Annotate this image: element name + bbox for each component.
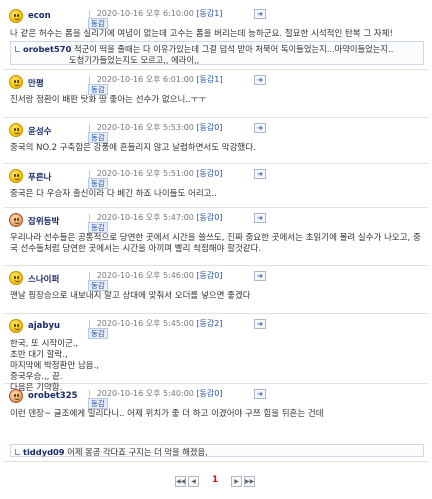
comment-item: 잡위등박 | 2020-10-16 오후 5:47:00 [동감0] 동감 ➜ 우리나라 … (4, 210, 428, 266)
comment-timestamp: 2020-10-16 오후 6:10:00 (96, 9, 194, 18)
comment-timestamp: 2020-10-16 오후 5:46:00 (96, 271, 194, 280)
comment-meta: | 2020-10-16 오후 6:01:00 [동감1] (88, 75, 223, 84)
smiley-face-icon (9, 319, 23, 333)
smiley-face-icon (9, 213, 23, 227)
smiley-face-icon (9, 389, 23, 403)
agree-count-link[interactable]: [동감0] (196, 169, 222, 178)
reply-arrow-icon[interactable]: ➜ (254, 9, 266, 19)
comment-meta: | 2020-10-16 오후 5:47:00 [동감0] (88, 213, 223, 222)
reply-arrow-icon[interactable]: ➜ (254, 319, 266, 329)
comment-author[interactable]: econ (28, 11, 51, 21)
reply-text: 적군이 떡을 줄때는 다 이유가있는데 그걸 덥석 받아 처묵어 독이들었는지.… (73, 44, 394, 54)
reply-marker-icon (15, 46, 20, 52)
comment-timestamp: 2020-10-16 오후 5:40:00 (96, 389, 194, 398)
comment-list: econ | 2020-10-16 오후 6:10:00 [동감1] 동감 ➜ 나 같은 … (0, 0, 432, 499)
reply-arrow-icon[interactable]: ➜ (254, 271, 266, 281)
agree-count-link[interactable]: [동감0] (196, 389, 222, 398)
agree-button[interactable]: 동감 (88, 328, 108, 339)
reply-text-continued: 도청기가들었는지도 모르고,, 에라이,, (69, 55, 200, 65)
reply-author[interactable]: tiddyd09 (23, 447, 65, 457)
reply-item: orobet570 적군이 떡을 줄때는 다 이유가있는데 그걸 덥석 받아 처… (10, 41, 424, 65)
next-page-button[interactable]: ▶ (231, 476, 242, 487)
smiley-face-icon (9, 123, 23, 137)
comment-item: 푸른나 | 2020-10-16 오후 5:51:00 [동감0] 동감 ➜ 중국은 다 … (4, 166, 428, 208)
comment-author[interactable]: 푸른나 (28, 171, 51, 183)
comment-timestamp: 2020-10-16 오후 6:01:00 (96, 75, 194, 84)
comment-author[interactable]: ajabyu (28, 321, 60, 331)
comment-body: 이런 덴장~ 글조에게 밀리다니.. 어제 위치가 좋 더 하고 이겼어야 구쯔… (10, 409, 324, 419)
comment-item: econ | 2020-10-16 오후 6:10:00 [동감1] 동감 ➜ 나 같은 … (4, 6, 428, 70)
comment-meta: | 2020-10-16 오후 6:10:00 [동감1] (88, 9, 223, 18)
agree-count-link[interactable]: [동감0] (196, 213, 222, 222)
comment-body: 중국은 다 우승자 출신이라 다 베긴 하죠 나이들도 어리고.. (10, 189, 217, 199)
agree-button[interactable]: 동감 (88, 398, 108, 409)
agree-count-link[interactable]: [동감2] (196, 319, 222, 328)
comment-body: 진서랑 정환이 배판 탓화 땅 좋아는 선수가 없으니..ㅜㅜ (10, 95, 207, 105)
smiley-face-icon (9, 9, 23, 23)
prev-page-button[interactable]: ◀ (188, 476, 199, 487)
comment-meta: | 2020-10-16 오후 5:46:00 [동감0] (88, 271, 223, 280)
smiley-face-icon (9, 169, 23, 183)
agree-button[interactable]: 동감 (88, 132, 108, 143)
comment-author[interactable]: 스나이퍼 (28, 273, 59, 285)
comment-meta: | 2020-10-16 오후 5:45:00 [동감2] (88, 319, 223, 328)
comment-timestamp: 2020-10-16 오후 5:45:00 (96, 319, 194, 328)
agree-button[interactable]: 동감 (88, 178, 108, 189)
pagination: ◀◀ ◀ 1 ▶ ▶▶ (0, 475, 432, 490)
comment-body: 맨날 핑장승으로 내보내지 말고 상대에 맞춰서 오더를 넣으면 좋겠다 (10, 291, 251, 301)
comment-meta: | 2020-10-16 오후 5:40:00 [동감0] (88, 389, 223, 398)
smiley-face-icon (9, 75, 23, 89)
reply-item: tiddyd09 어제 몽공 각다죠 구지는 더 막을 해졌음, (10, 444, 424, 457)
agree-button[interactable]: 동감 (88, 280, 108, 291)
comment-author[interactable]: 잡위등박 (28, 215, 59, 227)
reply-arrow-icon[interactable]: ➜ (254, 75, 266, 85)
first-page-button[interactable]: ◀◀ (175, 476, 186, 487)
comment-item: 만평 | 2020-10-16 오후 6:01:00 [동감1] 동감 ➜ 진서랑 정환이… (4, 72, 428, 118)
agree-count-link[interactable]: [동감0] (196, 271, 222, 280)
agree-button[interactable]: 동감 (88, 222, 108, 233)
comment-meta: | 2020-10-16 오후 5:51:00 [동감0] (88, 169, 223, 178)
reply-marker-icon (15, 449, 20, 455)
reply-text: 어제 몽공 각다죠 구지는 더 막을 해졌음, (67, 447, 208, 457)
current-page-number[interactable]: 1 (212, 475, 218, 485)
comment-timestamp: 2020-10-16 오후 5:53:00 (96, 123, 194, 132)
reply-arrow-icon[interactable]: ➜ (254, 389, 266, 399)
reply-arrow-icon[interactable]: ➜ (254, 213, 266, 223)
reply-arrow-icon[interactable]: ➜ (254, 123, 266, 133)
comment-author[interactable]: orobet325 (28, 391, 78, 401)
comment-author[interactable]: 윤성수 (28, 125, 51, 137)
agree-count-link[interactable]: [동감0] (196, 123, 222, 132)
agree-button[interactable]: 동감 (88, 18, 108, 29)
comment-author[interactable]: 만평 (28, 77, 44, 89)
last-page-button[interactable]: ▶▶ (244, 476, 255, 487)
comment-item: 스나이퍼 | 2020-10-16 오후 5:46:00 [동감0] 동감 ➜ 맨날 핑장… (4, 268, 428, 314)
smiley-face-icon (9, 271, 23, 285)
agree-button[interactable]: 동감 (88, 84, 108, 95)
comment-body: 우리나라 선수들은 공통적으로 당연한 곳에서 시간을 쓸쓰도, 진짜 중요한 … (10, 233, 421, 254)
agree-count-link[interactable]: [동감1] (196, 9, 222, 18)
comment-timestamp: 2020-10-16 오후 5:47:00 (96, 213, 194, 222)
comment-item: ajabyu | 2020-10-16 오후 5:45:00 [동감2] 동감 ➜ 한국,… (4, 316, 428, 393)
comment-item: 윤성수 | 2020-10-16 오후 5:53:00 [동감0] 동감 ➜ 중국의 NO… (4, 120, 428, 164)
reply-arrow-icon[interactable]: ➜ (254, 169, 266, 179)
comment-meta: | 2020-10-16 오후 5:53:00 [동감0] (88, 123, 223, 132)
comment-body: 나 같은 허수는 폼을 실리기에 여념이 없는데 고수는 폼을 버리는데 능하군… (10, 29, 393, 39)
comment-item: orobet325 | 2020-10-16 오후 5:40:00 [동감0] 동감 ➜… (4, 386, 428, 462)
comment-timestamp: 2020-10-16 오후 5:51:00 (96, 169, 194, 178)
reply-author[interactable]: orobet570 (23, 44, 71, 54)
agree-count-link[interactable]: [동감1] (196, 75, 222, 84)
comment-body: 중국의 NO.2 구축함은 강풍에 흔들리지 않고 날렵하면서도 막강했다. (10, 143, 256, 153)
